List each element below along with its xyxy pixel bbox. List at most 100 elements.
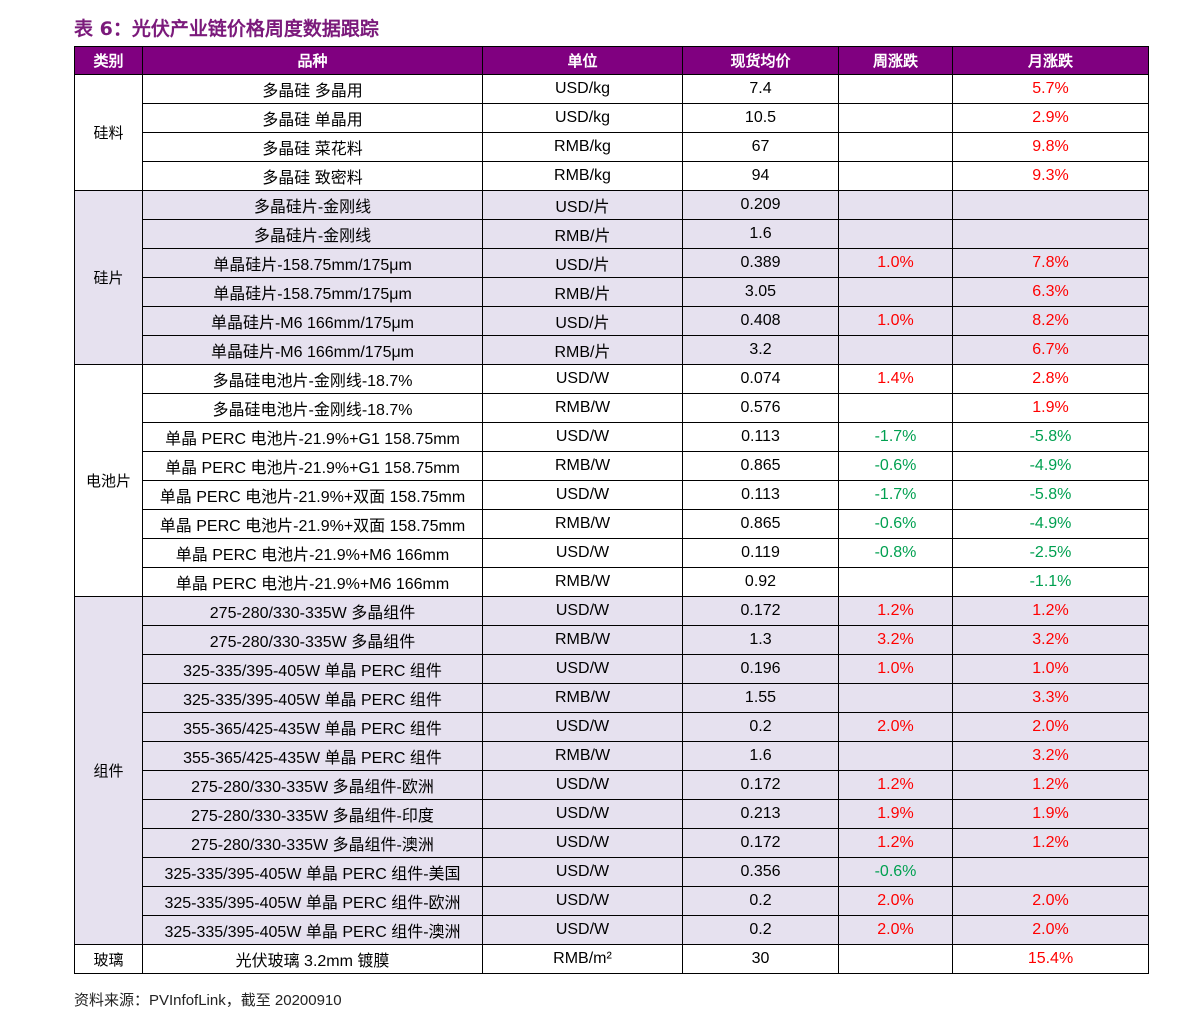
week-change-cell — [838, 944, 953, 974]
item-cell: 单晶硅片-M6 166mm/175μm — [142, 335, 483, 365]
table-row: 多晶硅 致密料 RMB/kg 94 9.3% — [75, 161, 1149, 191]
table-row: 325-335/395-405W 单晶 PERC 组件 USD/W 0.196 1.0… — [75, 654, 1149, 684]
unit-cell: RMB/W — [482, 567, 683, 597]
month-change-cell: -1.1% — [952, 567, 1149, 597]
item-cell: 单晶硅片-158.75mm/175μm — [142, 248, 483, 278]
week-change-cell: -0.6% — [838, 509, 953, 539]
header-unit: 单位 — [482, 46, 683, 75]
price-cell: 0.119 — [682, 538, 839, 568]
month-change-cell: 9.8% — [952, 132, 1149, 162]
item-cell: 单晶硅片-M6 166mm/175μm — [142, 306, 483, 336]
week-change-cell — [838, 219, 953, 249]
price-cell: 0.113 — [682, 480, 839, 510]
price-cell: 0.113 — [682, 422, 839, 452]
item-cell: 多晶硅片-金刚线 — [142, 219, 483, 249]
category-cell: 电池片 — [74, 364, 143, 597]
item-cell: 275-280/330-335W 多晶组件 — [142, 625, 483, 655]
table-row: 玻璃 光伏玻璃 3.2mm 镀膜 RMB/m² 30 15.4% — [74, 944, 1149, 974]
unit-cell: USD/片 — [482, 190, 683, 220]
week-change-cell: 1.0% — [838, 248, 953, 278]
table-row: 组件 275-280/330-335W 多晶组件 USD/W 0.172 1.2% 1.2… — [74, 596, 1149, 945]
unit-cell: USD/片 — [482, 306, 683, 336]
price-table: 类别 品种 单位 现货均价 周涨跌 月涨跌 硅料 多晶硅 多晶用 USD/kg 7.4… — [74, 46, 1149, 974]
price-cell: 10.5 — [682, 103, 839, 133]
month-change-cell — [952, 219, 1149, 249]
table-row: 单晶 PERC 电池片-21.9%+M6 166mm RMB/W 0.92 -1.1% — [75, 567, 1149, 597]
month-change-cell: -5.8% — [952, 480, 1149, 510]
unit-cell: RMB/W — [482, 741, 683, 771]
month-change-cell: 5.7% — [952, 74, 1149, 104]
week-change-cell — [838, 335, 953, 365]
header-row: 类别 品种 单位 现货均价 周涨跌 月涨跌 — [74, 46, 1149, 75]
price-cell: 0.865 — [682, 451, 839, 481]
table-row: 多晶硅片-金刚线 RMB/片 1.6 — [75, 219, 1149, 249]
month-change-cell — [952, 857, 1149, 887]
item-cell: 单晶 PERC 电池片-21.9%+M6 166mm — [142, 567, 483, 597]
month-change-cell — [952, 190, 1149, 220]
price-cell: 0.213 — [682, 799, 839, 829]
price-cell: 0.356 — [682, 857, 839, 887]
item-cell: 多晶硅片-金刚线 — [142, 190, 483, 220]
price-cell: 94 — [682, 161, 839, 191]
unit-cell: USD/W — [482, 654, 683, 684]
table-body: 硅料 多晶硅 多晶用 USD/kg 7.4 5.7% 多晶硅 单晶用 USD/kg 10.5 2… — [74, 74, 1149, 974]
unit-cell: RMB/片 — [482, 219, 683, 249]
price-cell: 0.172 — [682, 770, 839, 800]
unit-cell: USD/W — [482, 770, 683, 800]
month-change-cell: 2.0% — [952, 886, 1149, 916]
item-cell: 275-280/330-335W 多晶组件 — [142, 596, 483, 626]
month-change-cell: 2.9% — [952, 103, 1149, 133]
week-change-cell — [838, 74, 953, 104]
price-cell: 1.6 — [682, 219, 839, 249]
item-cell: 275-280/330-335W 多晶组件-澳洲 — [142, 828, 483, 858]
month-change-cell: 1.2% — [952, 596, 1149, 626]
item-cell: 多晶硅电池片-金刚线-18.7% — [142, 393, 483, 423]
price-cell: 0.172 — [682, 828, 839, 858]
month-change-cell: 1.2% — [952, 770, 1149, 800]
item-cell: 355-365/425-435W 单晶 PERC 组件 — [142, 712, 483, 742]
table-row: 单晶 PERC 电池片-21.9%+G1 158.75mm RMB/W 0.865-… — [75, 451, 1149, 481]
week-change-cell: 2.0% — [838, 712, 953, 742]
month-change-cell: 1.2% — [952, 828, 1149, 858]
header-category: 类别 — [74, 46, 143, 75]
price-cell: 0.389 — [682, 248, 839, 278]
item-cell: 单晶 PERC 电池片-21.9%+G1 158.75mm — [142, 451, 483, 481]
item-cell: 单晶 PERC 电池片-21.9%+双面 158.75mm — [142, 509, 483, 539]
week-change-cell: 1.0% — [838, 654, 953, 684]
week-change-cell — [838, 683, 953, 713]
table-row: 硅料 多晶硅 多晶用 USD/kg 7.4 5.7% — [74, 74, 1149, 191]
unit-cell: USD/片 — [482, 248, 683, 278]
header-price: 现货均价 — [682, 46, 839, 75]
unit-cell: USD/W — [482, 857, 683, 887]
table-row: 多晶硅 菜花料 RMB/kg 67 9.8% — [75, 132, 1149, 162]
price-cell: 1.3 — [682, 625, 839, 655]
price-cell: 0.2 — [682, 915, 839, 945]
unit-cell: USD/W — [482, 712, 683, 742]
price-cell: 0.2 — [682, 886, 839, 916]
unit-cell: USD/kg — [482, 74, 683, 104]
table-row: 325-335/395-405W 单晶 PERC 组件-澳洲 USD/W 0.2 2.… — [75, 915, 1149, 945]
week-change-cell — [838, 161, 953, 191]
week-change-cell: 1.2% — [838, 596, 953, 626]
header-month-change: 月涨跌 — [952, 46, 1149, 75]
item-cell: 单晶硅片-158.75mm/175μm — [142, 277, 483, 307]
week-change-cell: 2.0% — [838, 886, 953, 916]
table-row: 电池片 多晶硅电池片-金刚线-18.7% USD/W 0.074 1.4% 2.8% — [74, 364, 1149, 597]
table-row: 单晶硅片-158.75mm/175μm RMB/片 3.05 6.3% — [75, 277, 1149, 307]
unit-cell: RMB/kg — [482, 161, 683, 191]
week-change-cell — [838, 567, 953, 597]
month-change-cell: -4.9% — [952, 451, 1149, 481]
table-row: 325-335/395-405W 单晶 PERC 组件 RMB/W 1.55 3.3% — [75, 683, 1149, 713]
item-cell: 单晶 PERC 电池片-21.9%+G1 158.75mm — [142, 422, 483, 452]
week-change-cell — [838, 103, 953, 133]
unit-cell: USD/kg — [482, 103, 683, 133]
category-cell: 组件 — [74, 596, 143, 945]
price-cell: 0.074 — [682, 364, 839, 394]
price-cell: 0.209 — [682, 190, 839, 220]
week-change-cell — [838, 277, 953, 307]
table-row: 单晶 PERC 电池片-21.9%+双面 158.75mm RMB/W 0.865-… — [75, 509, 1149, 539]
price-cell: 0.92 — [682, 567, 839, 597]
month-change-cell: -4.9% — [952, 509, 1149, 539]
item-cell: 275-280/330-335W 多晶组件-欧洲 — [142, 770, 483, 800]
week-change-cell: -1.7% — [838, 480, 953, 510]
